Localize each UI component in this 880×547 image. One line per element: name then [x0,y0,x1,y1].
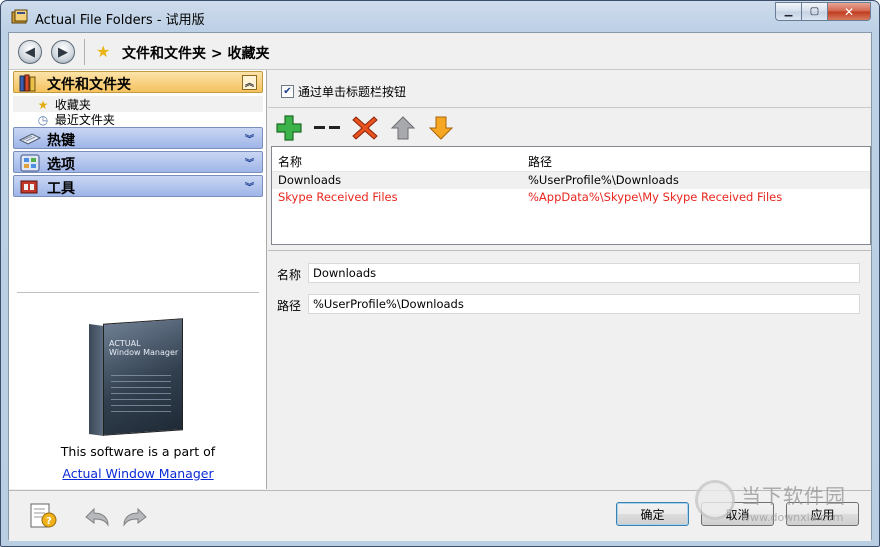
sidebar-item-label: 收藏夹 [54,98,91,112]
name-field[interactable]: Downloads [308,263,860,283]
group-label: 热键 [47,133,75,149]
table-row[interactable]: Downloads %UserProfile%\Downloads [272,172,870,189]
recent-icon: ◷ [37,113,49,127]
group-tools[interactable]: 工具 ︾ [13,175,263,197]
collapse-icon[interactable]: ︽ [242,75,257,90]
close-button[interactable]: ✕ [827,2,871,21]
cell-path: %UserProfile%\Downloads [528,173,679,187]
client-area: ◀ ▶ ★ 文件和文件夹 > 收藏夹 文件和文件夹 ︽ ★ 收藏夹 ◷ 最近文件… [8,32,872,541]
window-title: Actual File Folders - 试用版 [35,13,205,28]
divider [268,107,871,108]
table-header: 名称 路径 [272,147,870,172]
watermark: 当下软件园 www.downxia.com [695,478,875,538]
caption-buttons: ▁ ▢ ✕ [775,2,871,21]
maximize-icon: ▢ [809,6,820,17]
folder-books-icon [18,74,44,92]
group-label: 选项 [47,157,75,173]
help-button[interactable]: ? [27,501,59,531]
move-up-icon [390,116,416,140]
ok-button[interactable]: 确定 [616,502,689,526]
move-down-icon [428,116,454,140]
column-header-name[interactable]: 名称 [278,153,302,170]
chevron-down-icon[interactable]: ︾ [242,179,257,194]
promo-separator [17,292,259,293]
undo-button[interactable] [81,501,113,531]
forward-button[interactable]: ▶ [51,40,75,64]
titlebar-button-option[interactable]: ✔ 通过单击标题栏按钮 [281,82,406,100]
nav-separator [84,39,85,65]
path-label: 路径 [277,299,302,313]
divider [268,250,871,251]
app-icon [11,9,28,24]
cell-path: %AppData%\Skype\My Skype Received Files [528,190,783,204]
watermark-text: 当下软件园 [741,484,846,508]
star-icon: ★ [37,98,49,112]
sidebar-item-label: 最近文件夹 [54,113,115,127]
options-icon [18,154,44,172]
keyboard-icon [18,130,44,148]
column-header-path[interactable]: 路径 [528,153,552,170]
path-field[interactable]: %UserProfile%\Downloads [308,294,860,314]
titlebar-button-checkbox[interactable]: ✔ [281,84,294,98]
tools-icon [18,178,44,196]
minimize-icon: ▁ [784,6,793,17]
move-up-button[interactable] [388,114,418,142]
favorites-table: 名称 路径 Downloads %UserProfile%\Downloads … [271,146,871,245]
redo-icon [123,507,147,527]
chevron-down-icon[interactable]: ︾ [242,131,257,146]
main-panel: ✔ 通过单击标题栏按钮 名称 路径 Downloads %UserProfile… [268,70,871,489]
watermark-logo-icon [695,480,735,520]
chevron-down-icon[interactable]: ︾ [242,155,257,170]
product-box-title: ACTUAL Window Manager [109,339,179,357]
watermark-url: www.downxia.com [741,511,844,524]
group-hotkeys[interactable]: 热键 ︾ [13,127,263,149]
sidebar-item-recent[interactable]: ◷ 最近文件夹 [35,111,115,127]
promo-text: This software is a part of [60,444,216,459]
svg-text:?: ? [46,516,52,527]
add-button[interactable] [274,114,304,142]
maximize-button[interactable]: ▢ [801,2,827,21]
forward-arrow-icon: ▶ [58,44,68,60]
add-icon [276,115,302,141]
undo-icon [85,507,109,527]
move-down-button[interactable] [426,114,456,142]
cell-name: Downloads [278,173,342,187]
star-icon: ★ [96,42,111,61]
minimize-button[interactable]: ▁ [775,2,801,21]
sidebar-item-favorites[interactable]: ★ 收藏夹 [13,96,263,112]
delete-icon [352,116,378,140]
promo-link[interactable]: Actual Window Manager [9,466,267,481]
checkbox-label: 通过单击标题栏按钮 [298,84,407,99]
group-files-folders[interactable]: 文件和文件夹 ︽ [13,71,263,93]
separator-icon [314,126,340,129]
group-label: 工具 [47,181,75,197]
table-row[interactable]: Skype Received Files %AppData%\Skype\My … [272,189,870,206]
title-bar: Actual File Folders - 试用版 ▁ ▢ ✕ [1,1,879,33]
product-box-image: ACTUAL Window Manager [89,315,185,437]
group-options[interactable]: 选项 ︾ [13,151,263,173]
group-label: 文件和文件夹 [47,77,131,93]
back-arrow-icon: ◀ [25,44,35,60]
delete-button[interactable] [350,114,380,142]
nav-bar: ◀ ▶ ★ 文件和文件夹 > 收藏夹 [9,33,871,70]
breadcrumb: 文件和文件夹 > 收藏夹 [122,46,270,62]
help-icon: ? [30,503,57,528]
redo-button[interactable] [119,501,151,531]
back-button[interactable]: ◀ [18,40,42,64]
name-label: 名称 [277,268,302,282]
sidebar: 文件和文件夹 ︽ ★ 收藏夹 ◷ 最近文件夹 热键 ︾ 选项 ︾ 工具 ︾ AC… [9,70,267,489]
separator-button[interactable] [312,114,342,142]
app-window: Actual File Folders - 试用版 ▁ ▢ ✕ ◀ ▶ ★ 文件… [0,0,880,547]
cell-name: Skype Received Files [278,190,398,204]
close-icon: ✕ [843,4,855,19]
